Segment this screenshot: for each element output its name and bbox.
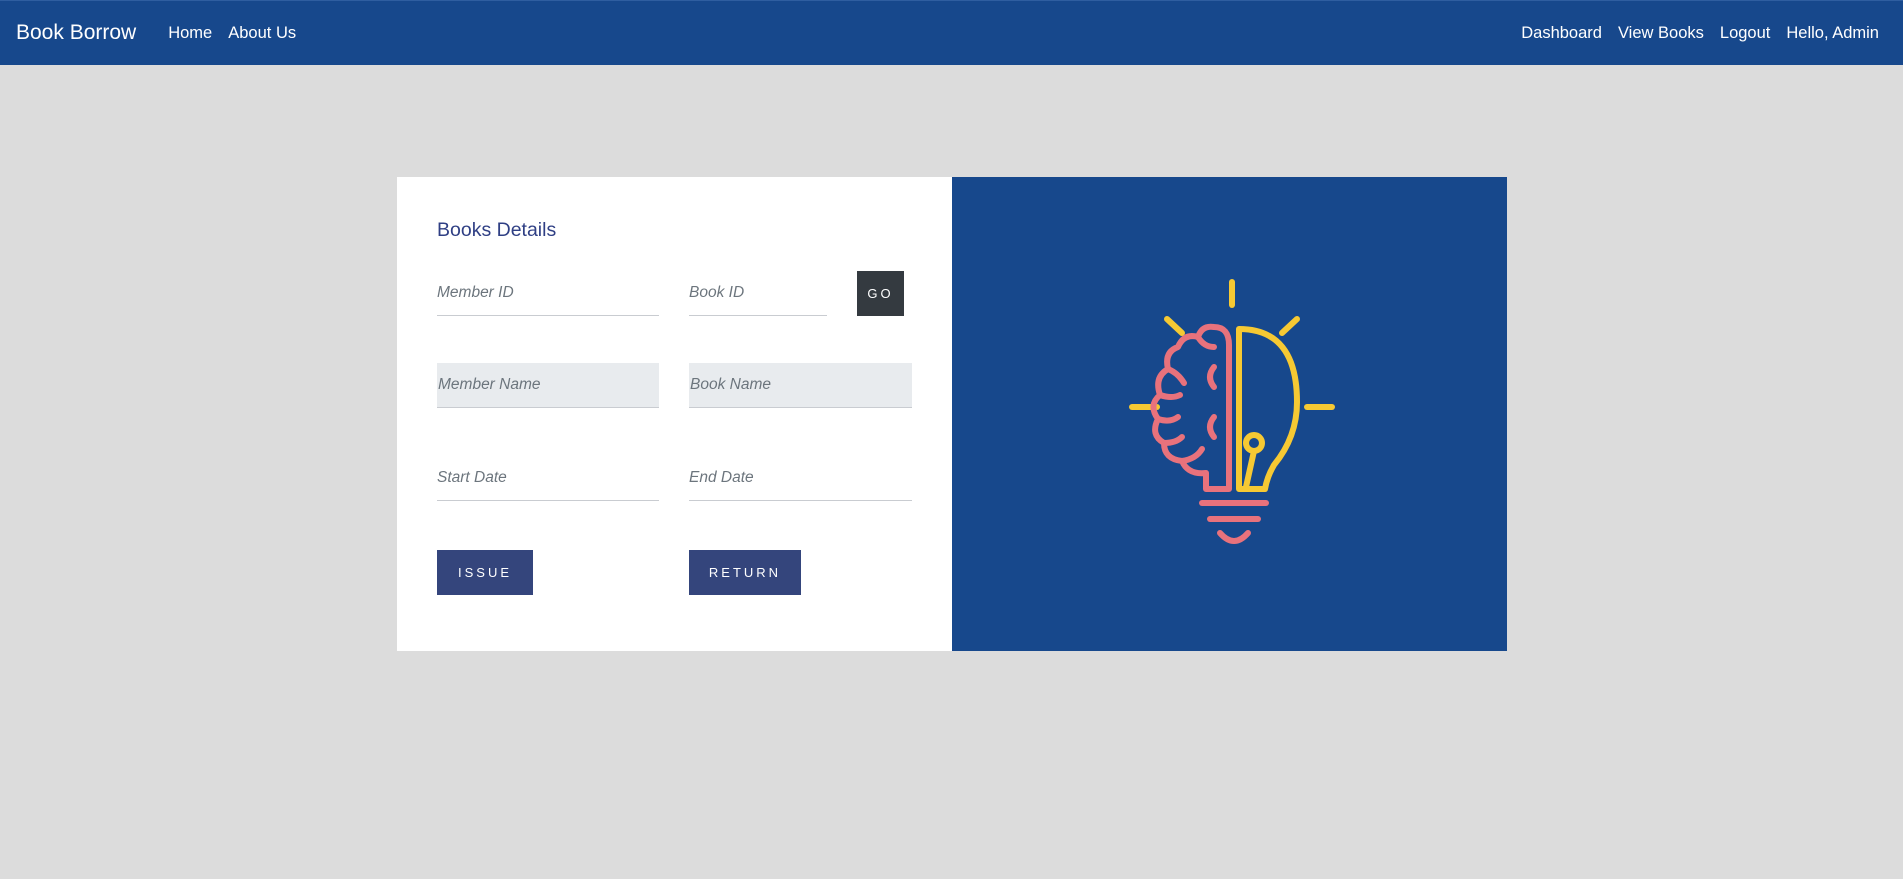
brain-half	[1150, 323, 1232, 492]
member-id-input[interactable]	[437, 271, 659, 316]
return-button[interactable]: RETURN	[689, 550, 801, 595]
bulb-half	[1236, 326, 1300, 492]
nav-right: Dashboard View Books Logout Hello, Admin	[1513, 24, 1887, 43]
book-details-card: Books Details GO ISSUE RETURN	[397, 177, 1507, 651]
bulb-base	[1199, 500, 1269, 544]
start-date-input[interactable]	[437, 456, 659, 501]
brain-lightbulb-icon	[1129, 279, 1335, 544]
nav-dashboard-link[interactable]: Dashboard	[1513, 24, 1610, 43]
brand-link[interactable]: Book Borrow	[16, 21, 136, 45]
top-navbar: Book Borrow Home About Us Dashboard View…	[0, 0, 1903, 65]
nav-user-greeting[interactable]: Hello, Admin	[1778, 24, 1887, 43]
end-date-input[interactable]	[689, 456, 912, 501]
nav-about-link[interactable]: About Us	[220, 24, 304, 43]
nav-home-link[interactable]: Home	[160, 24, 220, 43]
form-title: Books Details	[437, 219, 557, 241]
book-name-field	[689, 363, 912, 408]
illustration-panel	[952, 177, 1507, 651]
nav-left: Home About Us	[160, 24, 304, 43]
form-panel: Books Details GO ISSUE RETURN	[397, 177, 952, 651]
go-button[interactable]: GO	[857, 271, 904, 316]
issue-button[interactable]: ISSUE	[437, 550, 533, 595]
book-id-input[interactable]	[689, 271, 827, 316]
member-name-field	[437, 363, 659, 408]
nav-view-books-link[interactable]: View Books	[1610, 24, 1712, 43]
nav-logout-link[interactable]: Logout	[1712, 24, 1778, 43]
